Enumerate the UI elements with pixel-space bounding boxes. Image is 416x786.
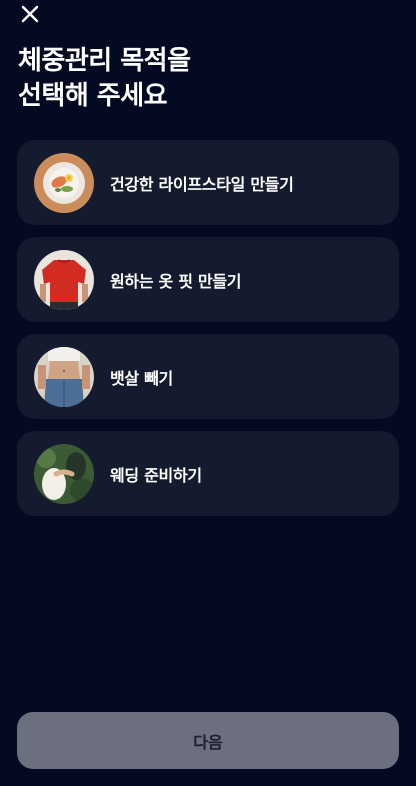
red-tshirt-torso-image	[34, 249, 94, 310]
page-title-line-1: 체중관리 목적을	[18, 46, 191, 76]
close-button[interactable]	[16, 2, 44, 26]
page-title: 체중관리 목적을 선택해 주세요	[18, 44, 191, 114]
page-title-line-2: 선택해 주세요	[18, 81, 168, 111]
option-wedding-prep[interactable]: 웨딩 준비하기	[17, 431, 399, 516]
option-label: 뱃살 빼기	[110, 368, 173, 388]
option-lose-belly-fat[interactable]: 뱃살 빼기	[17, 334, 399, 419]
option-clothes-fit[interactable]: 원하는 옷 핏 만들기	[17, 237, 399, 322]
option-label: 원하는 옷 핏 만들기	[110, 271, 242, 291]
next-button-label: 다음	[193, 732, 223, 752]
option-healthy-lifestyle[interactable]: 건강한 라이프스타일 만들기	[17, 140, 399, 225]
option-label: 건강한 라이프스타일 만들기	[110, 174, 294, 194]
app-screen: 체중관리 목적을 선택해 주세요 건강한 라이프스타일 만들기 원하는 옷 핏 …	[0, 0, 416, 786]
waist-jeans-image	[34, 346, 94, 407]
close-icon	[21, 5, 39, 23]
healthy-meal-plate-image	[34, 152, 94, 213]
next-button[interactable]: 다음	[17, 712, 399, 769]
option-label: 웨딩 준비하기	[110, 465, 202, 485]
goal-options-list: 건강한 라이프스타일 만들기 원하는 옷 핏 만들기 뱃살 빼기 웨딩 준비하기	[17, 140, 399, 528]
wedding-hands-image	[34, 443, 94, 504]
